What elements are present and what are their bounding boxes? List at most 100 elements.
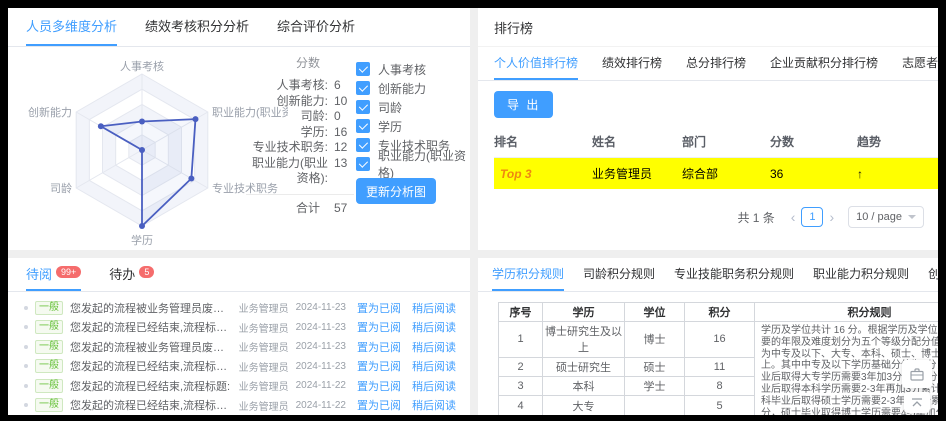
score-total-row: 合计57 [246, 200, 354, 216]
tab-personnel-multidimension[interactable]: 人员多维度分析 [26, 8, 117, 46]
mark-read-link[interactable]: 置为已阅 [357, 378, 401, 394]
unread-count-badge: 99+ [56, 266, 81, 278]
export-button[interactable]: 导 出 [494, 91, 553, 118]
inbox-tabs: 待阅99+ 待办5 [8, 258, 470, 292]
page-size-select[interactable]: 10 / page [848, 206, 924, 228]
cell-index: 4 [499, 396, 543, 415]
dimension-checkbox-list: 人事考核 创新能力 司龄 学历 专业技术职务 职业能力(职业资格) [356, 62, 470, 176]
inbox-sender: 业务管理员 [239, 398, 289, 413]
bullet-icon [24, 384, 28, 388]
checkbox-row[interactable]: 创新能力 [356, 81, 470, 95]
score-label: 职业能力(职业资格): [246, 156, 328, 187]
read-later-link[interactable]: 稍后阅读 [412, 358, 456, 374]
inbox-message: 您发起的流程被业务管理员废弃，流程标题:提货单，废弃说明 [70, 339, 231, 355]
checkbox-row[interactable]: 司龄 [356, 100, 470, 114]
col-department: 部门 [682, 126, 770, 158]
cell-index: 1 [499, 322, 543, 358]
tab-personal-value-ranking[interactable]: 个人价值排行榜 [494, 47, 578, 80]
mark-read-link[interactable]: 置为已阅 [357, 358, 401, 374]
col-score: 分数 [770, 126, 857, 158]
pagination-prev-button[interactable]: ‹ [791, 209, 796, 225]
read-later-link[interactable]: 稍后阅读 [412, 339, 456, 355]
inbox-item[interactable]: 一般 您发起的流程被业务管理员废弃，流程标题:提货单，废弃说明 业务管理员202… [8, 298, 470, 318]
tab-total-score-ranking[interactable]: 总分排行榜 [686, 47, 746, 80]
priority-tag: 一般 [35, 340, 63, 354]
checkbox-row[interactable]: 人事考核 [356, 62, 470, 76]
tab-performance-ranking[interactable]: 绩效排行榜 [602, 47, 662, 80]
cell-degree: 硕士 [625, 357, 685, 376]
read-later-link[interactable]: 稍后阅读 [412, 378, 456, 394]
checkbox-checked-icon[interactable] [356, 157, 370, 171]
score-row: 人事考核:6 [246, 78, 354, 94]
inbox-sender: 业务管理员 [239, 300, 289, 315]
tab-innovation-rule[interactable]: 创新能力积分规则 [928, 258, 938, 291]
radar-axis-label: 创新能力 [16, 104, 72, 120]
inbox-date: 2024-11-22 [296, 380, 346, 391]
checkbox-checked-icon[interactable] [356, 81, 370, 95]
mark-read-link[interactable]: 置为已阅 [357, 300, 401, 316]
inbox-sender: 业务管理员 [239, 359, 289, 374]
inbox-item[interactable]: 一般 您发起的流程已经结束,流程标题: 业务管理员 2024-11-22 置为已阅… [8, 376, 470, 396]
ranking-row[interactable]: Top 3 业务管理员 综合部 36 ↑ [494, 158, 938, 190]
tab-professional-skill-rule[interactable]: 专业技能职务积分规则 [674, 258, 794, 291]
inbox-item[interactable]: 一般 您发起的流程被业务管理员废弃，流程标题:提货单，废弃说明 业务管理员202… [8, 337, 470, 357]
inbox-message: 您发起的流程已经结束,流程标题:商品发放 [70, 397, 231, 413]
score-label: 创新能力: [246, 94, 328, 110]
rank-name: 业务管理员 [592, 158, 682, 190]
cell-points: 11 [685, 357, 755, 376]
inbox-item[interactable]: 一般 您发起的流程已经结束,流程标题:提货单 业务管理员2024-11-23 置… [8, 318, 470, 338]
total-value: 57 [334, 200, 354, 216]
inbox-date: 2024-11-22 [296, 400, 346, 411]
read-later-link[interactable]: 稍后阅读 [412, 300, 456, 316]
inbox-sender: 业务管理员 [239, 378, 289, 393]
mark-read-link[interactable]: 置为已阅 [357, 397, 401, 413]
ranking-header-row: 排名 姓名 部门 分数 趋势 [494, 126, 938, 158]
cell-education: 硕士研究生 [543, 357, 625, 376]
inbox-message: 您发起的流程已经结束,流程标题: [70, 378, 231, 394]
tab-occupational-ability-rule[interactable]: 职业能力积分规则 [813, 258, 909, 291]
dashboard: 人员多维度分析 绩效考核积分分析 综合评价分析 人事考核 职业能力(职业资格) … [8, 8, 938, 415]
tab-enterprise-contribution-ranking[interactable]: 企业贡献积分排行榜 [770, 47, 878, 80]
col-rule-description: 积分规则 [755, 303, 939, 322]
checkbox-checked-icon[interactable] [356, 119, 370, 133]
score-row: 司龄:0 [246, 109, 354, 125]
back-to-top-button[interactable] [904, 392, 930, 413]
checkbox-checked-icon[interactable] [356, 100, 370, 114]
back-to-top-icon [911, 398, 923, 408]
tab-education-rule[interactable]: 学历积分规则 [492, 258, 564, 291]
inbox-item[interactable]: 一般 您发起的流程已经结束,流程标题:商品发放 业务管理员2024-11-22 … [8, 396, 470, 416]
read-later-link[interactable]: 稍后阅读 [412, 319, 456, 335]
priority-tag: 一般 [35, 301, 63, 315]
score-value: 12 [334, 140, 354, 156]
checkbox-label: 学历 [378, 118, 402, 135]
inbox-item[interactable]: 一般 您发起的流程已经结束,流程标题:提货单 业务管理员2024-11-23 置… [8, 357, 470, 377]
radar-axis-label: 司龄 [16, 180, 72, 196]
mark-read-link[interactable]: 置为已阅 [357, 319, 401, 335]
col-degree: 学位 [625, 303, 685, 322]
ranking-panel: 排行榜 个人价值排行榜 绩效排行榜 总分排行榜 企业贡献积分排行榜 志愿者积分排… [478, 8, 938, 250]
rank-score: 36 [770, 158, 857, 190]
checkbox-checked-icon[interactable] [356, 138, 370, 152]
tab-volunteer-score-ranking[interactable]: 志愿者积分排行榜 [902, 47, 938, 80]
cell-degree: 博士 [625, 322, 685, 358]
checkbox-row[interactable]: 职业能力(职业资格) [356, 157, 470, 171]
score-value: 10 [334, 94, 354, 110]
tab-comprehensive-evaluation[interactable]: 综合评价分析 [277, 8, 355, 46]
tab-to-read[interactable]: 待阅99+ [26, 258, 81, 291]
pagination-page-1[interactable]: 1 [801, 207, 823, 227]
radar-axis-label: 人事考核 [16, 58, 268, 74]
pagination-next-button[interactable]: › [829, 209, 834, 225]
tab-performance-score-analysis[interactable]: 绩效考核积分分析 [145, 8, 249, 46]
read-later-link[interactable]: 稍后阅读 [412, 397, 456, 413]
ranking-title: 排行榜 [478, 8, 938, 47]
tab-to-do[interactable]: 待办5 [109, 258, 154, 291]
trend-up-icon: ↑ [857, 158, 938, 190]
mark-read-link[interactable]: 置为已阅 [357, 339, 401, 355]
tab-tenure-rule[interactable]: 司龄积分规则 [583, 258, 655, 291]
priority-tag: 一般 [35, 379, 63, 393]
checkbox-checked-icon[interactable] [356, 62, 370, 76]
update-chart-button[interactable]: 更新分析图 [356, 178, 436, 204]
floating-toolkit-button[interactable] [902, 360, 932, 388]
checkbox-row[interactable]: 学历 [356, 119, 470, 133]
col-rank: 排名 [494, 126, 592, 158]
